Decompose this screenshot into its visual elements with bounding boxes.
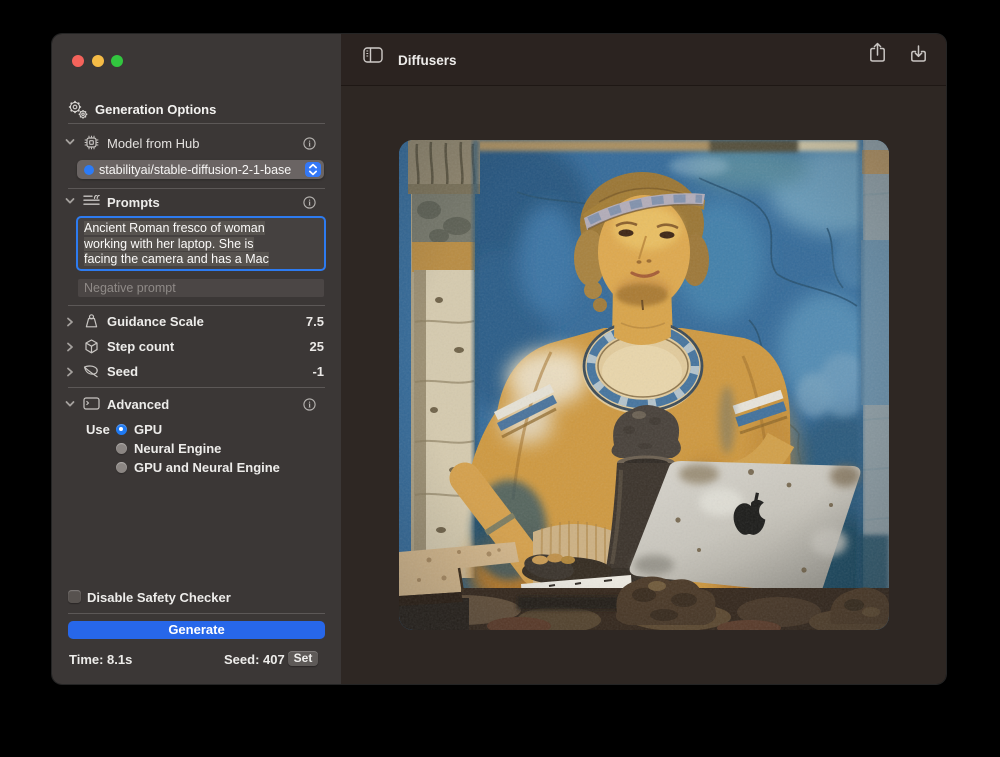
svg-text:i: i: [308, 138, 311, 148]
svg-text:i: i: [308, 399, 311, 409]
svg-text:i: i: [308, 197, 311, 207]
